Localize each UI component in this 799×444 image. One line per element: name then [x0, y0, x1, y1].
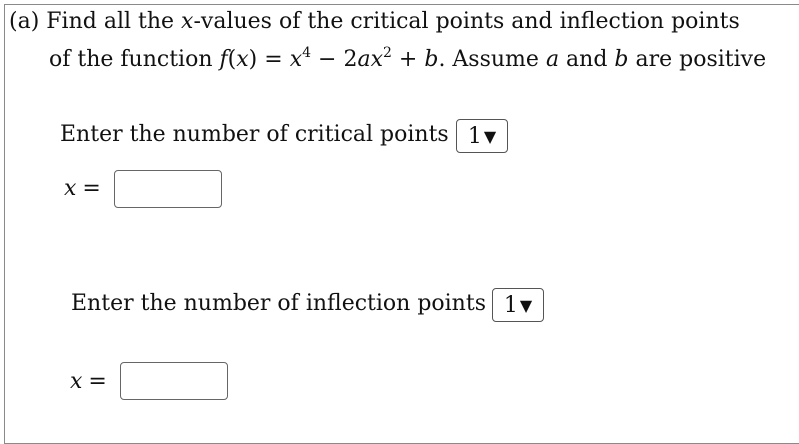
critical-points-label: Enter the number of critical points: [60, 122, 449, 147]
question-text-2b: . Assume: [438, 47, 546, 72]
assume-b: b: [614, 47, 629, 72]
inflection-count-value: 1: [503, 292, 518, 318]
func-name: f: [219, 47, 228, 72]
func-arg: x: [236, 47, 249, 72]
caret-down-icon: ▼: [483, 127, 497, 146]
question-text-2a: of the function: [49, 47, 220, 72]
part-label: (a): [9, 9, 40, 34]
question-text-2c: are positive: [628, 47, 767, 72]
term3-b: b: [424, 47, 439, 72]
caret-down-icon: ▼: [519, 296, 533, 315]
inflection-eq-sign: =: [88, 369, 107, 394]
critical-x-equals: x =: [64, 175, 101, 203]
term2-exp: 2: [383, 45, 392, 61]
inflection-x-equals: x =: [70, 368, 107, 396]
critical-count-value: 1: [467, 123, 482, 149]
assume-a: a: [545, 47, 560, 72]
inflection-x-label: x: [70, 369, 83, 394]
term2-x: x: [370, 47, 383, 72]
inflection-x-input[interactable]: [120, 362, 228, 400]
critical-x-label: x: [64, 176, 77, 201]
plus: +: [391, 47, 425, 72]
var-x: x: [181, 9, 194, 34]
and: and: [559, 47, 615, 72]
inflection-count-select[interactable]: 1 ▼: [492, 288, 544, 322]
question-line-2: of the function f(x) = x4 − 2ax2 + b. As…: [49, 46, 766, 74]
critical-eq-sign: =: [82, 176, 101, 201]
term2-a: a: [357, 47, 371, 72]
term1-exp: 4: [302, 45, 312, 61]
paren-close: ): [248, 47, 258, 72]
critical-x-input[interactable]: [114, 170, 222, 208]
question-text-1a: Find all the: [46, 9, 182, 34]
minus: − 2: [311, 47, 358, 72]
question-line-1: (a) Find all the x-values of the critica…: [9, 8, 740, 36]
critical-count-select[interactable]: 1 ▼: [456, 119, 508, 153]
equals: =: [257, 47, 290, 72]
paren-open: (: [227, 47, 237, 72]
term1-base: x: [289, 47, 303, 72]
inflection-points-label: Enter the number of inflection points: [71, 291, 486, 316]
question-text-1b: -values of the critical points and infle…: [193, 9, 740, 34]
